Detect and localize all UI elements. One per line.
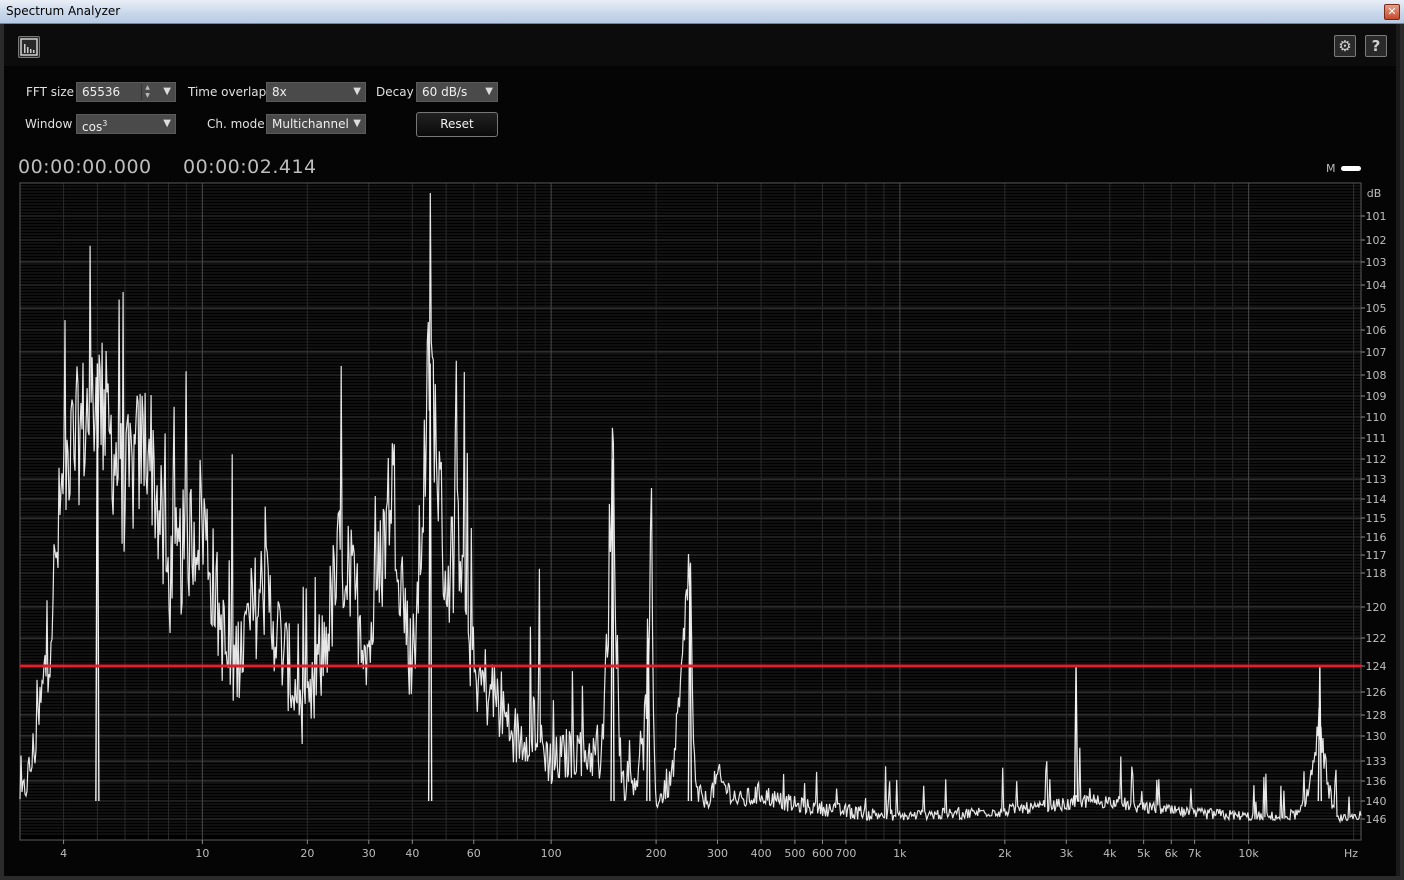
y-tick-label: 101 [1366,210,1387,223]
y-tick-label: 112 [1366,453,1387,466]
y-tick-label: 113 [1366,473,1387,486]
x-axis-unit: Hz [1344,847,1358,860]
x-tick-label: 600 [812,847,833,860]
x-tick-label: 40 [405,847,419,860]
y-tick-label: 116 [1366,531,1387,544]
x-tick-label: 4 [60,847,67,860]
x-tick-label: 30 [362,847,376,860]
spectrum-chart: 4 10 20 30 40 60 100 200 300 400 500 600 700 1k 2k 3k 4k… [19,182,1387,860]
y-tick-label: 122 [1366,632,1387,645]
x-tick-label: 20 [300,847,314,860]
x-tick-label: 700 [835,847,856,860]
y-tick-label: 110 [1366,411,1387,424]
x-tick-label: 500 [784,847,805,860]
y-tick-label: 106 [1366,324,1387,337]
y-tick-label: 130 [1366,730,1387,743]
x-tick-label: 2k [998,847,1012,860]
y-tick-label: 111 [1366,432,1387,445]
x-tick-label: 1k [893,847,907,860]
y-tick-label: 136 [1366,775,1387,788]
y-tick-label: 108 [1366,369,1387,382]
y-tick-label: 120 [1366,601,1387,614]
x-tick-label: 200 [646,847,667,860]
y-tick-label: 133 [1366,755,1387,768]
y-tick-label: 140 [1366,795,1387,808]
x-tick-label: 400 [751,847,772,860]
x-tick-label: 300 [707,847,728,860]
y-tick-label: 107 [1366,346,1387,359]
y-tick-label: 115 [1366,512,1387,525]
y-tick-label: 102 [1366,234,1387,247]
x-tick-label: 4k [1103,847,1117,860]
y-tick-label: 104 [1366,279,1387,292]
x-tick-label: 7k [1188,847,1202,860]
y-tick-label: 146 [1366,813,1387,826]
y-tick-label: 103 [1366,256,1387,269]
y-tick-label: 124 [1366,660,1387,673]
y-tick-label: 118 [1366,567,1387,580]
x-tick-label: 100 [541,847,562,860]
y-axis-unit: dB [1367,187,1382,200]
y-tick-label: 105 [1366,302,1387,315]
x-tick-label: 10k [1238,847,1259,860]
y-tick-label: 114 [1366,493,1387,506]
x-tick-label: 10 [195,847,209,860]
y-tick-label: 109 [1366,390,1387,403]
x-tick-label: 3k [1060,847,1074,860]
x-tick-label: 60 [467,847,481,860]
y-tick-label: 128 [1366,709,1387,722]
y-tick-label: 126 [1366,686,1387,699]
x-tick-label: 5k [1137,847,1151,860]
x-tick-label: 6k [1165,847,1179,860]
y-tick-label: 117 [1366,549,1387,562]
